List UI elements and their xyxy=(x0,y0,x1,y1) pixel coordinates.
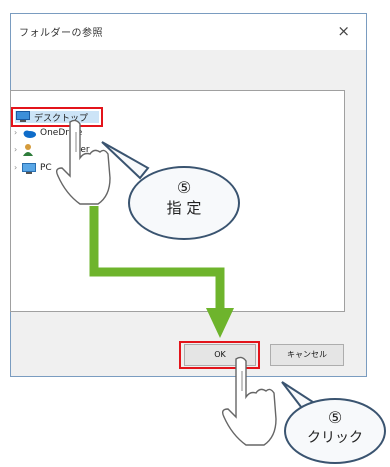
instruction-callout-click: ⑤ クリック xyxy=(284,398,386,464)
title-bar: フォルダーの参照 × xyxy=(11,14,366,50)
flow-arrow-icon xyxy=(89,206,234,338)
desktop-icon xyxy=(16,111,30,122)
close-icon[interactable]: × xyxy=(337,22,350,40)
pc-icon xyxy=(22,163,36,174)
dialog-title: フォルダーの参照 xyxy=(19,28,103,39)
expand-arrow-icon[interactable]: › xyxy=(14,163,17,172)
step-number: ⑤ xyxy=(327,408,343,427)
expand-arrow-icon[interactable]: › xyxy=(14,145,17,154)
expand-arrow-icon[interactable]: › xyxy=(14,128,17,137)
callout-pointer xyxy=(101,141,150,180)
user-icon xyxy=(23,144,33,156)
step-number: ⑤ xyxy=(176,178,192,197)
cloud-icon xyxy=(23,130,36,138)
step-label: クリック xyxy=(307,430,363,446)
hand-pointer-icon xyxy=(221,356,277,446)
